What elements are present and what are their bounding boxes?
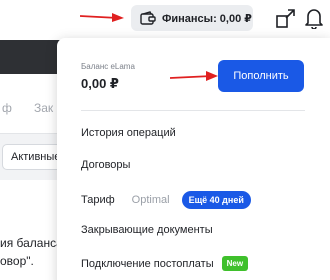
balance-label: Баланс eLama <box>81 62 135 71</box>
finance-label: Финансы: 0,00 ₽ <box>162 12 252 25</box>
menu-item-label: Договоры <box>81 159 131 171</box>
top-bar: Финансы: 0,00 ₽ <box>0 0 330 38</box>
annotation-arrow-icon <box>80 13 124 22</box>
background-text: ия баланса <box>0 236 63 250</box>
divider <box>81 110 305 111</box>
menu-item-label: История операций <box>81 127 176 139</box>
menu-item-history[interactable]: История операций <box>81 127 176 139</box>
balance-value: 0,00 ₽ <box>81 76 119 91</box>
background-tab[interactable]: Зак <box>34 101 53 115</box>
menu-item-contracts[interactable]: Договоры <box>81 159 130 171</box>
wallet-icon <box>140 11 156 25</box>
finance-button[interactable]: Финансы: 0,00 ₽ <box>131 5 253 31</box>
menu-item-postpay[interactable]: Подключение постоплаты New <box>81 256 249 271</box>
menu-item-label: Закрывающие документы <box>81 224 213 236</box>
annotation-arrow-icon <box>170 71 218 81</box>
tariff-name: Optimal <box>131 194 170 206</box>
new-badge: New <box>221 256 249 271</box>
tariff-days-badge[interactable]: Ещё 40 дней <box>181 191 251 209</box>
menu-item-label: Подключение постоплаты <box>81 257 214 270</box>
background-tab[interactable]: ф <box>2 101 12 115</box>
topup-button[interactable]: Пополнить <box>218 60 304 92</box>
menu-item-closing-documents[interactable]: Закрывающие документы <box>81 224 213 236</box>
menu-item-label: Тариф <box>81 194 115 206</box>
apps-link-icon[interactable] <box>275 7 297 29</box>
menu-item-tariff[interactable]: Тариф Optimal Ещё 40 дней <box>81 191 251 209</box>
bell-icon[interactable] <box>304 7 324 30</box>
background-text: овор". <box>0 254 34 268</box>
